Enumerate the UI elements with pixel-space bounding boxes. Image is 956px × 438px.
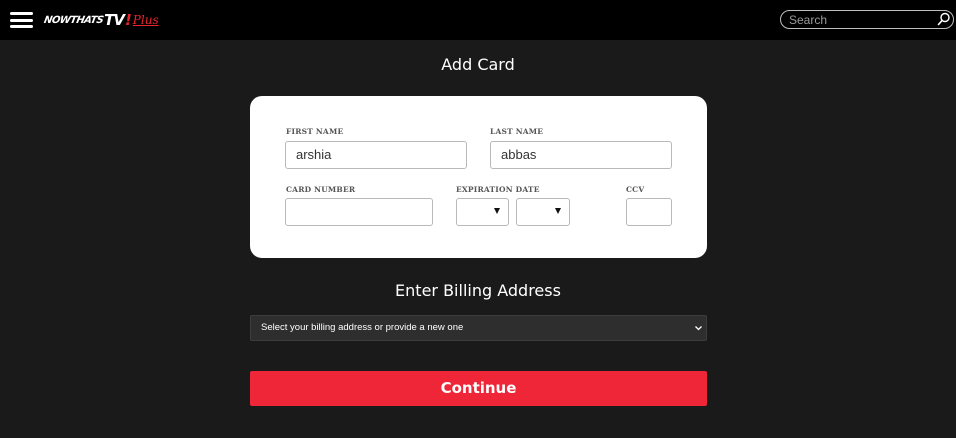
logo-plus-text: Plus <box>132 13 159 27</box>
billing-address-select[interactable]: Select your billing address or provide a… <box>250 315 707 341</box>
expiration-month-select[interactable] <box>456 198 509 226</box>
continue-button[interactable]: Continue <box>250 371 707 406</box>
logo-exclam-text: ! <box>124 11 132 29</box>
dropdown-arrow-icon <box>494 208 500 214</box>
first-name-label: FIRST NAME <box>286 127 344 136</box>
first-name-field[interactable]: arshia <box>285 141 467 169</box>
last-name-label: LAST NAME <box>490 127 544 136</box>
card-number-label: CARD NUMBER <box>286 185 356 194</box>
expiration-year-select[interactable] <box>516 198 570 226</box>
card-number-field[interactable] <box>285 198 433 226</box>
logo-tv-text: TV <box>104 11 125 29</box>
card-form: FIRST NAME arshia LAST NAME abbas CARD N… <box>250 96 707 258</box>
logo-brand-text: NOWTHATS <box>43 14 105 26</box>
dropdown-arrow-icon <box>555 208 561 214</box>
ccv-label: CCV <box>626 185 645 194</box>
top-bar: NOWTHATS TV ! Plus <box>0 0 956 40</box>
search-icon[interactable] <box>937 12 951 26</box>
chevron-down-icon <box>695 326 702 331</box>
ccv-field[interactable] <box>626 198 672 226</box>
billing-address-select-text: Select your billing address or provide a… <box>261 322 464 333</box>
expiration-date-label: EXPIRATION DATE <box>456 185 540 194</box>
search-input[interactable] <box>789 11 929 28</box>
billing-address-title: Enter Billing Address <box>395 281 561 300</box>
search-box[interactable] <box>780 10 954 29</box>
hamburger-menu-icon[interactable] <box>10 12 33 28</box>
logo[interactable]: NOWTHATS TV ! Plus <box>43 11 159 29</box>
add-card-title: Add Card <box>441 55 515 74</box>
last-name-field[interactable]: abbas <box>490 141 672 169</box>
